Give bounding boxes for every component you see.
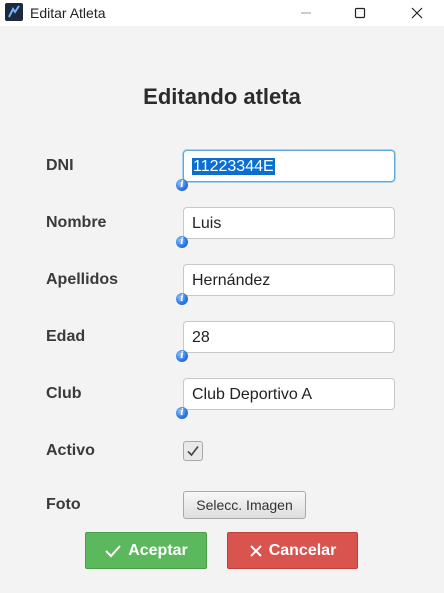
info-icon: i (176, 407, 188, 419)
cancel-label: Cancelar (268, 541, 337, 559)
info-icon: i (176, 350, 188, 362)
accept-button[interactable]: Aceptar (85, 532, 207, 569)
maximize-button[interactable] (337, 0, 383, 26)
apellidos-value: Hernández (192, 272, 271, 289)
minimize-button[interactable] (283, 0, 329, 26)
dni-field[interactable]: 11223344E (183, 150, 395, 182)
club-label: Club (46, 385, 82, 402)
close-button[interactable] (394, 0, 440, 26)
dni-label: DNI (46, 157, 74, 174)
close-icon (411, 7, 423, 19)
edad-value: 28 (192, 329, 210, 346)
title-bar: Editar Atleta (0, 0, 444, 26)
page-title: Editando atleta (143, 84, 301, 109)
info-icon: i (176, 179, 188, 191)
activo-label: Activo (46, 442, 95, 459)
select-image-button[interactable]: Selecc. Imagen (183, 491, 306, 519)
checkmark-icon (187, 446, 199, 457)
nombre-field[interactable]: Luis (183, 207, 395, 239)
accept-label: Aceptar (128, 541, 188, 559)
edad-field[interactable]: 28 (183, 321, 395, 353)
foto-label: Foto (46, 496, 81, 513)
dni-value: 11223344E (192, 158, 275, 175)
window-title: Editar Atleta (30, 5, 106, 21)
apellidos-field[interactable]: Hernández (183, 264, 395, 296)
info-icon: i (176, 236, 188, 248)
activo-checkbox[interactable] (183, 441, 203, 461)
club-field[interactable]: Club Deportivo A (183, 378, 395, 410)
info-icon: i (176, 293, 188, 305)
minimize-icon (301, 12, 311, 14)
edad-label: Edad (46, 328, 86, 345)
check-icon (105, 544, 121, 557)
nombre-label: Nombre (46, 214, 107, 231)
nombre-value: Luis (192, 215, 222, 232)
maximize-icon (354, 7, 366, 19)
club-value: Club Deportivo A (192, 386, 313, 403)
x-icon (249, 544, 262, 557)
cancel-button[interactable]: Cancelar (227, 532, 358, 569)
apellidos-label: Apellidos (46, 271, 119, 288)
app-icon (5, 3, 23, 21)
